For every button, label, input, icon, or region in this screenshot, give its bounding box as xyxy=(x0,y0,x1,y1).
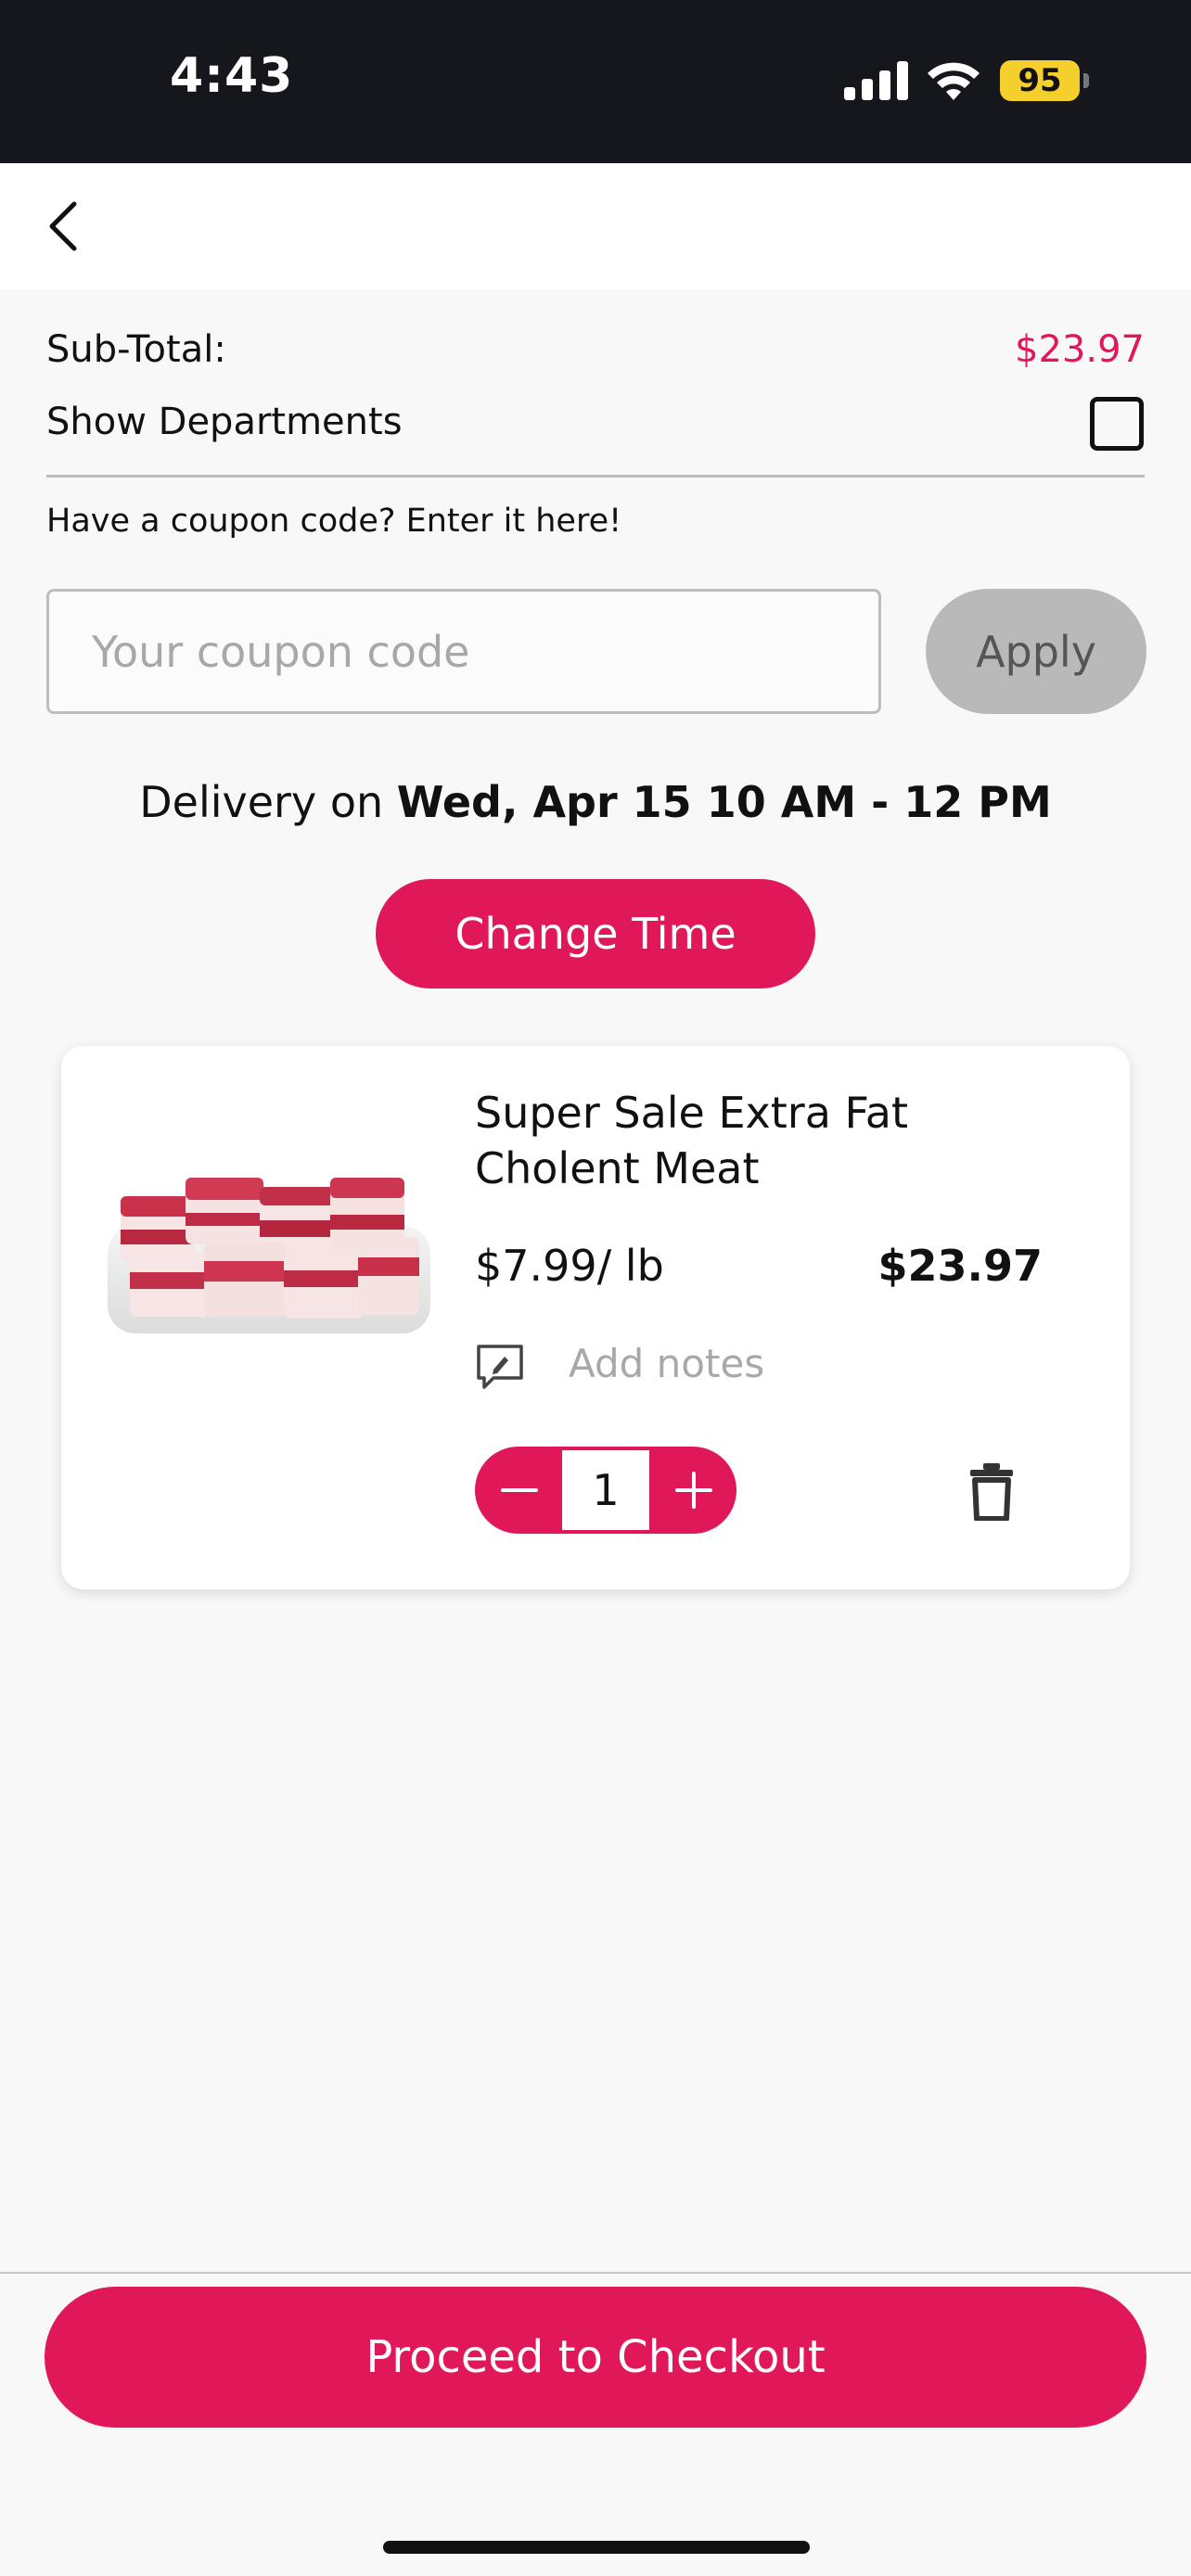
coupon-code-input[interactable] xyxy=(46,589,881,714)
divider xyxy=(46,475,1145,478)
delivery-slot: Wed, Apr 15 10 AM - 12 PM xyxy=(396,777,1052,827)
coupon-hint: Have a coupon code? Enter it here! xyxy=(46,503,622,540)
proceed-to-checkout-button[interactable]: Proceed to Checkout xyxy=(45,2287,1146,2428)
delete-item-icon[interactable] xyxy=(968,1463,1015,1521)
line-total: $23.97 xyxy=(877,1241,1043,1291)
bottom-divider xyxy=(0,2272,1191,2274)
home-indicator[interactable] xyxy=(383,2541,810,2554)
battery-tip xyxy=(1083,73,1089,88)
nav-bar xyxy=(0,163,1191,289)
quantity-stepper: 1 xyxy=(475,1447,736,1534)
subtotal-value: $23.97 xyxy=(1015,328,1145,371)
delivery-info: Delivery on Wed, Apr 15 10 AM - 12 PM xyxy=(0,777,1191,827)
product-image[interactable] xyxy=(102,1141,436,1354)
quantity-value[interactable]: 1 xyxy=(562,1450,649,1530)
change-time-button[interactable]: Change Time xyxy=(376,879,815,988)
add-notes-field[interactable]: Add notes xyxy=(569,1341,764,1386)
unit-price: $7.99/ lb xyxy=(475,1241,664,1291)
notes-pencil-icon[interactable] xyxy=(473,1341,527,1395)
cellular-signal-icon xyxy=(844,61,908,100)
product-name[interactable]: Super Sale Extra Fat Cholent Meat xyxy=(475,1085,994,1196)
wifi-icon xyxy=(928,62,980,100)
status-time: 4:43 xyxy=(170,48,294,104)
show-departments-checkbox[interactable] xyxy=(1090,397,1144,451)
increase-quantity-button[interactable] xyxy=(651,1447,736,1534)
show-departments-label: Show Departments xyxy=(46,401,403,443)
status-bar: 4:43 95 xyxy=(0,0,1191,163)
battery-indicator: 95 xyxy=(1000,60,1080,101)
back-arrow-icon[interactable] xyxy=(41,197,93,256)
delivery-prefix: Delivery on xyxy=(139,777,397,827)
subtotal-label: Sub-Total: xyxy=(46,328,226,371)
apply-coupon-button[interactable]: Apply xyxy=(926,589,1146,714)
decrease-quantity-button[interactable] xyxy=(475,1447,560,1534)
